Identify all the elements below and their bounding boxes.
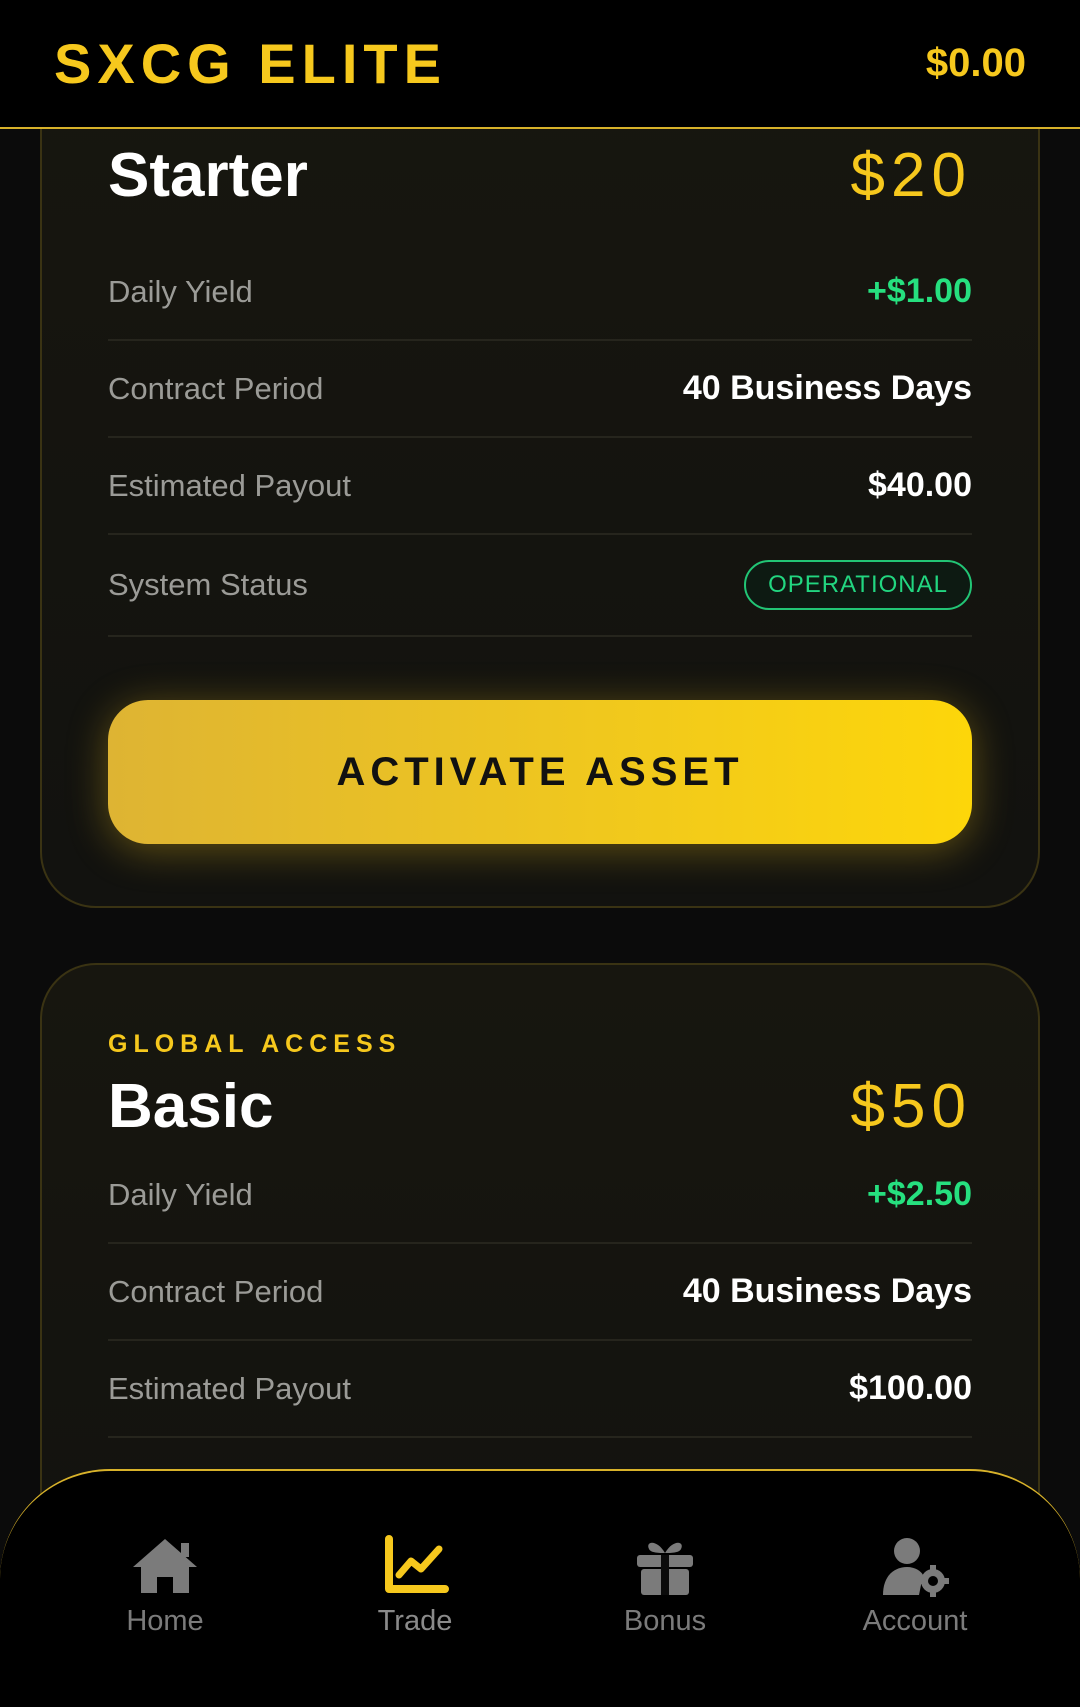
spec-row-estimated-payout: Estimated Payout $40.00: [108, 438, 972, 535]
spec-row-contract-period: Contract Period 40 Business Days: [108, 1244, 972, 1341]
app-header: SXCG ELITE $0.00: [0, 0, 1080, 129]
spec-value: $100.00: [849, 1369, 972, 1407]
spec-value: $40.00: [868, 466, 972, 504]
spec-value: 40 Business Days: [682, 369, 972, 407]
wallet-balance[interactable]: $0.00: [926, 41, 1026, 86]
plan-price: $50: [850, 1072, 972, 1141]
spec-row-contract-period: Contract Period 40 Business Days: [108, 341, 972, 438]
nav-label: Home: [126, 1605, 204, 1637]
chart-line-icon: [385, 1535, 449, 1593]
spec-value: +$2.50: [867, 1175, 972, 1213]
plan-price: $20: [850, 141, 972, 210]
plan-eyebrow: GLOBAL ACCESS: [108, 1030, 402, 1058]
spec-label: Estimated Payout: [108, 1370, 351, 1406]
nav-label: Account: [862, 1605, 968, 1637]
plan-card-starter: Starter $20 Daily Yield +$1.00 Contract …: [40, 60, 1040, 908]
nav-item-home[interactable]: Home: [55, 1535, 275, 1638]
plan-name: Basic: [108, 1072, 274, 1141]
spec-label: Daily Yield: [108, 1176, 253, 1212]
home-icon: [133, 1539, 197, 1593]
nav-label: Trade: [377, 1605, 453, 1637]
spec-row-daily-yield: Daily Yield +$2.50: [108, 1147, 972, 1244]
user-gear-icon: [883, 1538, 949, 1597]
nav-item-account[interactable]: Account: [805, 1535, 1025, 1638]
nav-label: Bonus: [623, 1605, 707, 1637]
nav-item-trade[interactable]: Trade: [305, 1535, 525, 1638]
brand-logo-text[interactable]: SXCG ELITE: [54, 31, 447, 96]
status-badge: OPERATIONAL: [744, 560, 972, 610]
bottom-nav: Home Trade Bonus Account: [0, 1469, 1080, 1707]
spec-label: Contract Period: [108, 370, 324, 406]
spec-label: System Status: [108, 567, 308, 602]
plan-title-row: Starter $20: [108, 140, 972, 211]
activate-asset-button[interactable]: ACTIVATE ASSET: [108, 700, 972, 844]
nav-item-bonus[interactable]: Bonus: [555, 1535, 775, 1638]
plan-title-row: Basic $50: [108, 1071, 972, 1142]
spec-label: Estimated Payout: [108, 467, 351, 503]
spec-value: +$1.00: [867, 272, 972, 310]
spec-row-system-status: System Status OPERATIONAL: [108, 535, 972, 637]
spec-row-daily-yield: Daily Yield +$1.00: [108, 244, 972, 341]
gift-icon: [637, 1542, 693, 1595]
spec-value: 40 Business Days: [682, 1272, 972, 1310]
plan-name: Starter: [108, 141, 308, 210]
spec-row-estimated-payout: Estimated Payout $100.00: [108, 1341, 972, 1438]
spec-label: Contract Period: [108, 1273, 324, 1309]
spec-label: Daily Yield: [108, 273, 253, 309]
